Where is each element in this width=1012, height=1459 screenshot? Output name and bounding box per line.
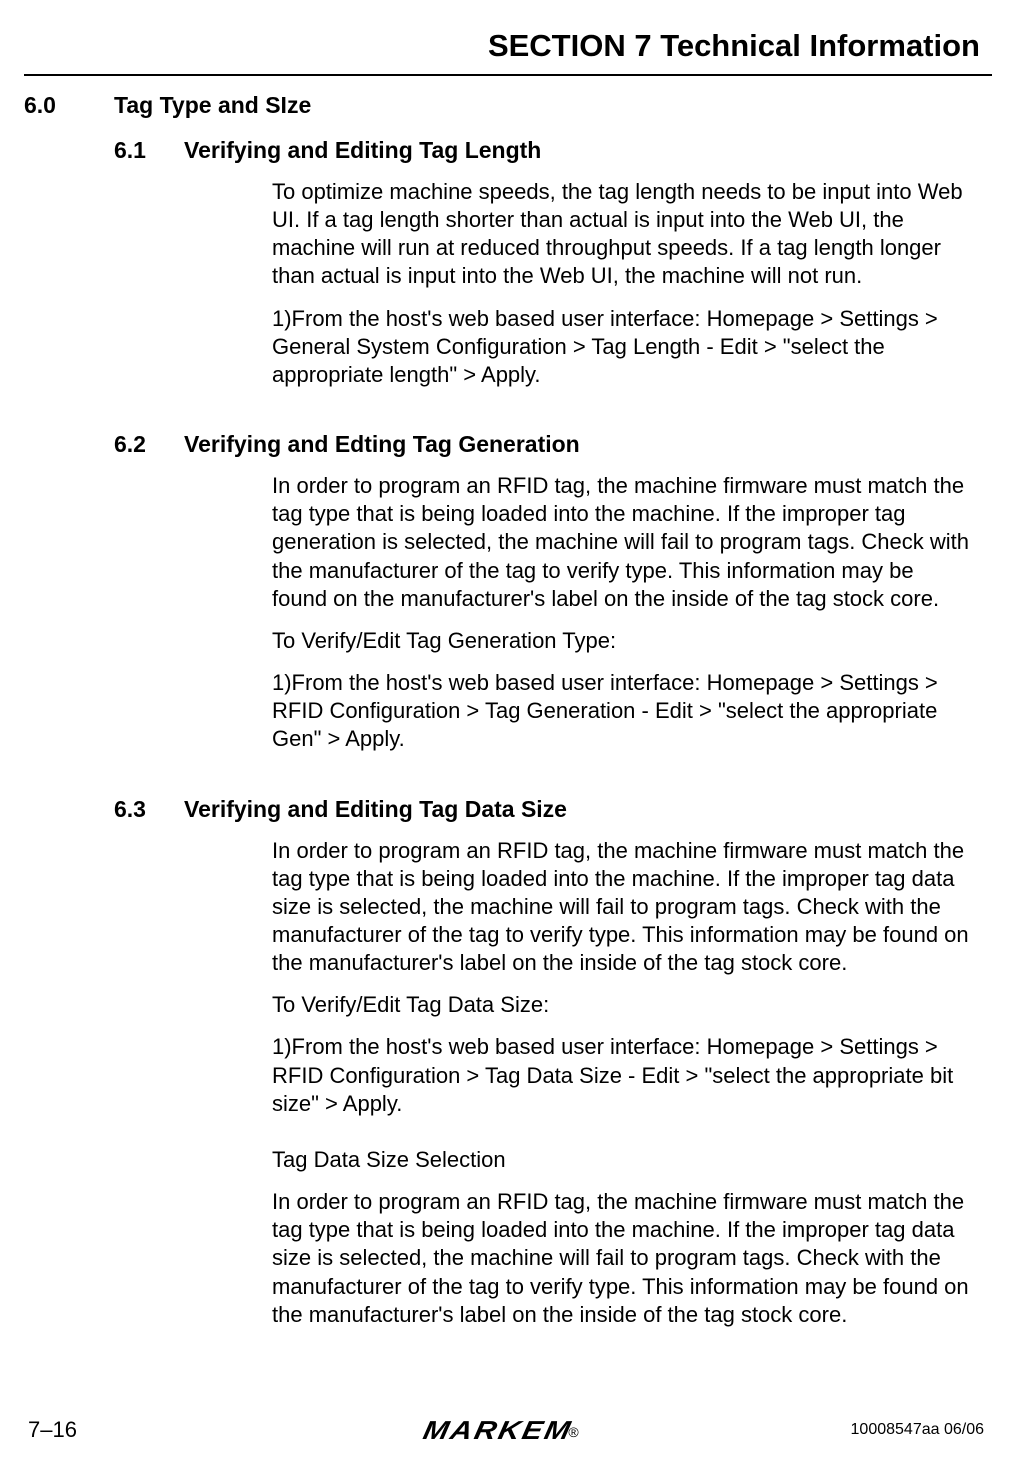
document-reference: 10008547aa 06/06 — [851, 1421, 984, 1439]
body-6-3b: Tag Data Size Selection In order to prog… — [272, 1146, 972, 1329]
paragraph: To optimize machine speeds, the tag leng… — [272, 178, 972, 291]
heading-6-2: 6.2 Verifying and Edting Tag Generation — [114, 431, 992, 458]
body-6-3: In order to program an RFID tag, the mac… — [272, 837, 972, 1118]
heading-6-0: 6.0 Tag Type and SIze — [24, 92, 992, 119]
heading-6-3-number: 6.3 — [114, 796, 184, 823]
paragraph: Tag Data Size Selection — [272, 1146, 972, 1174]
paragraph: In order to program an RFID tag, the mac… — [272, 1188, 972, 1329]
heading-6-0-number: 6.0 — [24, 92, 114, 119]
registered-icon: ® — [568, 1424, 578, 1440]
heading-6-3-title: Verifying and Editing Tag Data Size — [184, 796, 567, 823]
paragraph: In order to program an RFID tag, the mac… — [272, 472, 972, 613]
paragraph: To Verify/Edit Tag Generation Type: — [272, 627, 972, 655]
heading-6-1: 6.1 Verifying and Editing Tag Length — [114, 137, 992, 164]
heading-6-2-title: Verifying and Edting Tag Generation — [184, 431, 580, 458]
heading-6-2-number: 6.2 — [114, 431, 184, 458]
paragraph: 1)From the host's web based user interfa… — [272, 669, 972, 753]
heading-6-0-title: Tag Type and SIze — [114, 92, 311, 119]
footer-brand: MARKEM ® — [433, 1415, 578, 1446]
body-6-2: In order to program an RFID tag, the mac… — [272, 472, 972, 753]
header-divider — [24, 74, 992, 76]
heading-6-1-title: Verifying and Editing Tag Length — [184, 137, 541, 164]
paragraph: 1)From the host's web based user interfa… — [272, 1033, 972, 1117]
page-number: 7–16 — [28, 1417, 77, 1443]
body-6-1: To optimize machine speeds, the tag leng… — [272, 178, 972, 389]
paragraph: 1)From the host's web based user interfa… — [272, 305, 972, 389]
page-footer: 7–16 MARKEM ® 10008547aa 06/06 — [0, 1417, 1012, 1443]
heading-6-1-number: 6.1 — [114, 137, 184, 164]
heading-6-3: 6.3 Verifying and Editing Tag Data Size — [114, 796, 992, 823]
brand-logo: MARKEM — [420, 1415, 575, 1446]
paragraph: In order to program an RFID tag, the mac… — [272, 837, 972, 978]
section-title: SECTION 7 Technical Information — [24, 28, 992, 74]
paragraph: To Verify/Edit Tag Data Size: — [272, 991, 972, 1019]
